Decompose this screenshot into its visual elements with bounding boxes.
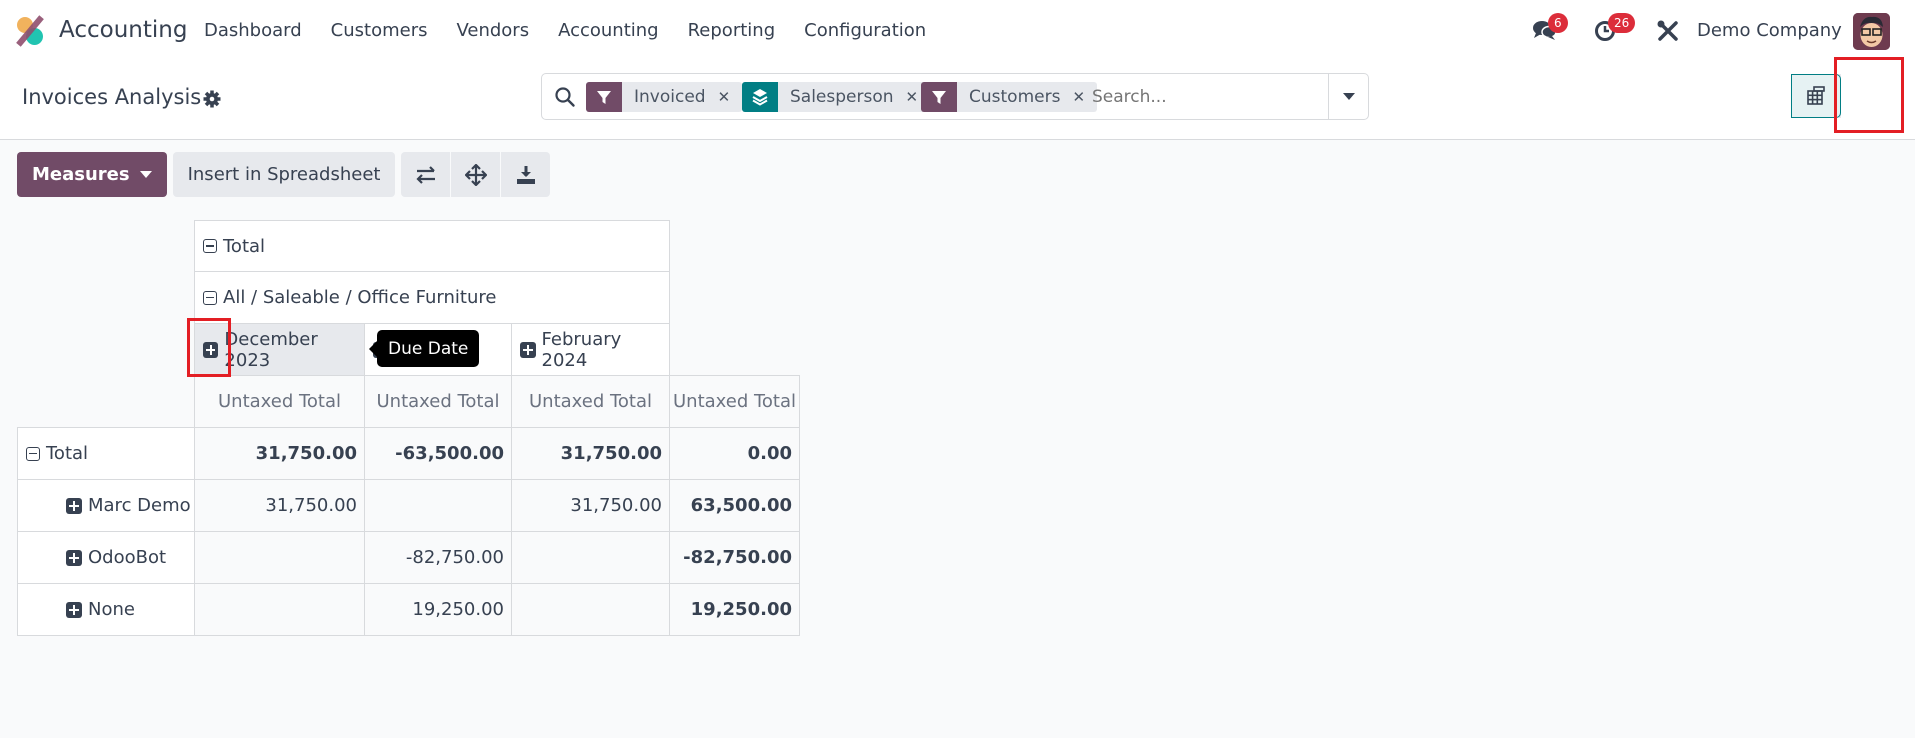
filter-icon bbox=[586, 82, 622, 112]
collapse-icon bbox=[203, 290, 217, 305]
pivot-toolbar: Measures Insert in Spreadsheet bbox=[17, 152, 551, 197]
pivot-cell[interactable] bbox=[364, 479, 512, 532]
pivot-cell[interactable]: 0.00 bbox=[669, 427, 800, 480]
debug-tools-button[interactable] bbox=[1656, 19, 1680, 43]
caret-down-icon bbox=[139, 170, 152, 178]
pivot-cell[interactable] bbox=[511, 531, 670, 584]
table-icon bbox=[1807, 86, 1825, 105]
pivot-cell[interactable]: -63,500.00 bbox=[364, 427, 512, 480]
menu-vendors[interactable]: Vendors bbox=[456, 20, 529, 41]
measure-header[interactable]: Untaxed Total bbox=[364, 375, 512, 428]
measure-header[interactable]: Untaxed Total bbox=[511, 375, 670, 428]
expand-icon bbox=[520, 341, 536, 358]
pivot-cell[interactable]: 19,250.00 bbox=[669, 583, 800, 636]
search-bar: Invoiced ✕ Salesperson ✕ Customers ✕ bbox=[541, 73, 1369, 120]
download-icon bbox=[516, 165, 535, 184]
expand-all-button[interactable] bbox=[451, 152, 501, 197]
control-panel: Invoices Analysis Invoiced ✕ Salesperson… bbox=[0, 62, 1915, 140]
tools-icon bbox=[1657, 20, 1678, 41]
expand-icon bbox=[203, 341, 219, 358]
pivot-cell[interactable] bbox=[511, 583, 670, 636]
top-navbar: Accounting Dashboard Customers Vendors A… bbox=[0, 0, 1915, 62]
menu-reporting[interactable]: Reporting bbox=[688, 20, 776, 41]
search-icon[interactable] bbox=[554, 86, 576, 108]
messages-badge: 6 bbox=[1548, 13, 1568, 33]
expand-icon bbox=[66, 601, 82, 618]
view-switcher bbox=[1791, 74, 1891, 118]
facet-invoiced: Invoiced ✕ bbox=[586, 82, 743, 112]
pivot-cell[interactable]: -82,750.00 bbox=[364, 531, 512, 584]
col-header-total[interactable]: Total bbox=[194, 220, 670, 272]
pivot-cell[interactable]: 31,750.00 bbox=[511, 479, 670, 532]
menu-dashboard[interactable]: Dashboard bbox=[204, 20, 302, 41]
facet-customers: Customers ✕ bbox=[921, 82, 1098, 112]
row-header[interactable]: OdooBot bbox=[17, 531, 195, 584]
measure-header[interactable]: Untaxed Total bbox=[669, 375, 800, 428]
col-header-category[interactable]: All / Saleable / Office Furniture bbox=[194, 271, 670, 324]
arrows-icon bbox=[464, 163, 487, 186]
measures-label: Measures bbox=[32, 164, 130, 185]
menu-accounting[interactable]: Accounting bbox=[558, 20, 659, 41]
messages-button[interactable]: 6 bbox=[1532, 13, 1568, 42]
pivot-cell[interactable]: 63,500.00 bbox=[669, 479, 800, 532]
search-input[interactable] bbox=[1092, 84, 1322, 110]
collapse-icon bbox=[203, 239, 217, 253]
search-options-toggle[interactable] bbox=[1328, 74, 1368, 119]
expand-icon bbox=[66, 497, 82, 514]
pivot-cell[interactable]: 31,750.00 bbox=[511, 427, 670, 480]
pivot-cell[interactable]: 19,250.00 bbox=[364, 583, 512, 636]
flip-axis-button[interactable] bbox=[401, 152, 451, 197]
app-name[interactable]: Accounting bbox=[59, 17, 187, 43]
activities-badge: 26 bbox=[1608, 13, 1636, 33]
facet-label: Salesperson bbox=[790, 87, 894, 107]
facet-label: Customers bbox=[969, 87, 1061, 107]
row-header[interactable]: Marc Demo bbox=[17, 479, 195, 532]
measure-header[interactable]: Untaxed Total bbox=[194, 375, 365, 428]
pivot-cell[interactable]: -82,750.00 bbox=[669, 531, 800, 584]
gear-icon[interactable] bbox=[202, 89, 222, 109]
company-switcher[interactable]: Demo Company bbox=[1697, 20, 1842, 41]
caret-down-icon bbox=[1342, 92, 1355, 100]
row-header[interactable]: None bbox=[17, 583, 195, 636]
tooltip: Due Date bbox=[368, 330, 480, 367]
exchange-icon bbox=[416, 165, 435, 184]
filter-icon bbox=[921, 82, 957, 112]
pivot-cell[interactable] bbox=[194, 531, 365, 584]
activities-button[interactable]: 26 bbox=[1594, 13, 1636, 42]
user-avatar[interactable] bbox=[1853, 13, 1890, 50]
pivot-cell[interactable]: 31,750.00 bbox=[194, 427, 365, 480]
pivot-view-button[interactable] bbox=[1791, 74, 1841, 118]
page-title: Invoices Analysis bbox=[22, 85, 202, 109]
expand-icon bbox=[66, 549, 82, 566]
pivot-actions bbox=[401, 152, 551, 197]
collapse-icon bbox=[26, 446, 40, 461]
app-logo-icon[interactable] bbox=[15, 15, 45, 47]
pivot-cell[interactable]: 31,750.00 bbox=[194, 479, 365, 532]
pivot-cell[interactable] bbox=[194, 583, 365, 636]
facet-remove-icon[interactable]: ✕ bbox=[718, 88, 743, 106]
row-header-total[interactable]: Total bbox=[17, 427, 195, 480]
menu-configuration[interactable]: Configuration bbox=[804, 20, 926, 41]
layers-icon bbox=[742, 82, 778, 112]
download-button[interactable] bbox=[501, 152, 551, 197]
col-header-month[interactable]: February 2024 bbox=[511, 323, 670, 376]
facet-label: Invoiced bbox=[634, 87, 706, 107]
col-header-month[interactable]: December 2023 bbox=[194, 323, 365, 376]
main-menu: Dashboard Customers Vendors Accounting R… bbox=[204, 20, 955, 41]
insert-in-spreadsheet-button[interactable]: Insert in Spreadsheet bbox=[172, 152, 396, 197]
menu-customers[interactable]: Customers bbox=[331, 20, 428, 41]
facet-salesperson: Salesperson ✕ bbox=[742, 82, 931, 112]
measures-button[interactable]: Measures bbox=[17, 152, 167, 197]
